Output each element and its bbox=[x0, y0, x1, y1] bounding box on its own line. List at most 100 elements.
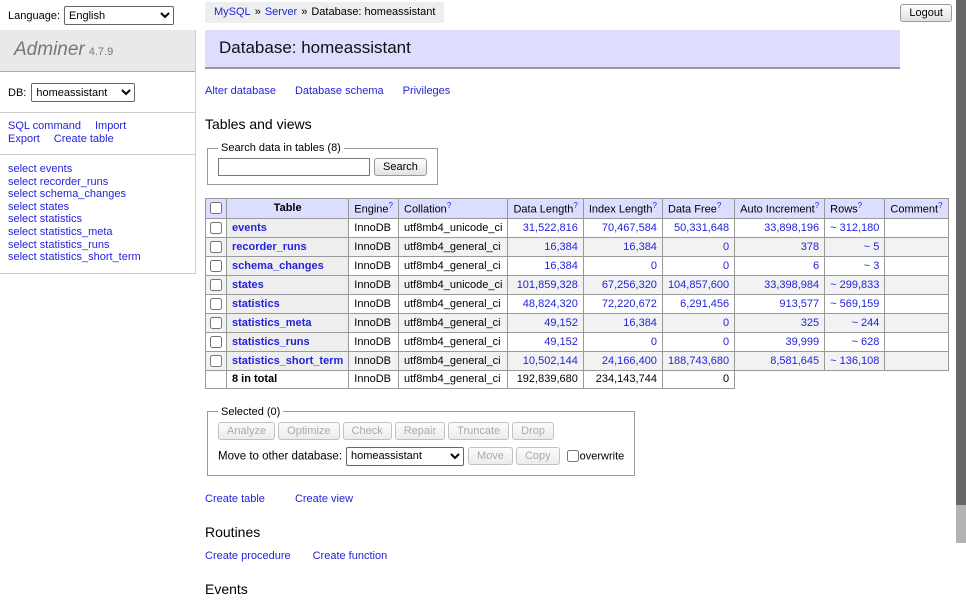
auto-increment-link[interactable]: 39,999 bbox=[786, 336, 820, 348]
table-name-link[interactable]: statistics bbox=[232, 298, 280, 310]
breadcrumb-server-link[interactable]: Server bbox=[265, 6, 297, 18]
repair-button[interactable]: Repair bbox=[395, 422, 445, 440]
language-select[interactable]: English bbox=[64, 6, 174, 25]
data-length-link[interactable]: 31,522,816 bbox=[523, 222, 578, 234]
privileges-link[interactable]: Privileges bbox=[403, 85, 451, 97]
sidebar-item-select-statistics-short-term[interactable]: select statistics_short_term bbox=[8, 251, 187, 264]
index-length-link[interactable]: 24,166,400 bbox=[602, 355, 657, 367]
data-length-link[interactable]: 48,824,320 bbox=[523, 298, 578, 310]
index-length-link[interactable]: 16,384 bbox=[623, 317, 657, 329]
index-length-help-link[interactable]: ? bbox=[652, 201, 656, 210]
search-input[interactable] bbox=[218, 158, 370, 176]
check-button[interactable]: Check bbox=[343, 422, 392, 440]
comment-help-link[interactable]: ? bbox=[938, 201, 942, 210]
rows-count-link[interactable]: ~ 5 bbox=[864, 241, 880, 253]
auto-increment-link[interactable]: 378 bbox=[801, 241, 819, 253]
sidebar-sql-command-link[interactable]: SQL command bbox=[8, 120, 81, 132]
index-length-link[interactable]: 67,256,320 bbox=[602, 279, 657, 291]
create-procedure-link[interactable]: Create procedure bbox=[205, 550, 291, 562]
copy-button[interactable]: Copy bbox=[516, 447, 560, 465]
index-length-link[interactable]: 16,384 bbox=[623, 241, 657, 253]
sidebar-item-select-statistics-meta[interactable]: select statistics_meta bbox=[8, 226, 187, 239]
row-checkbox[interactable] bbox=[210, 317, 222, 329]
alter-database-link[interactable]: Alter database bbox=[205, 85, 276, 97]
data-length-link[interactable]: 101,859,328 bbox=[517, 279, 578, 291]
index-length-link[interactable]: 72,220,672 bbox=[602, 298, 657, 310]
breadcrumb-mysql-link[interactable]: MySQL bbox=[214, 6, 251, 18]
index-length-link[interactable]: 0 bbox=[651, 336, 657, 348]
rows-count-link[interactable]: ~ 312,180 bbox=[830, 222, 879, 234]
truncate-button[interactable]: Truncate bbox=[448, 422, 509, 440]
data-free-link[interactable]: 188,743,680 bbox=[668, 355, 729, 367]
auto-increment-help-link[interactable]: ? bbox=[815, 201, 819, 210]
auto-increment-link[interactable]: 913,577 bbox=[779, 298, 819, 310]
row-checkbox[interactable] bbox=[210, 241, 222, 253]
drop-button[interactable]: Drop bbox=[512, 422, 554, 440]
data-free-link[interactable]: 104,857,600 bbox=[668, 279, 729, 291]
table-name-link[interactable]: statistics_runs bbox=[232, 336, 310, 348]
rows-count-link[interactable]: ~ 299,833 bbox=[830, 279, 879, 291]
data-free-help-link[interactable]: ? bbox=[717, 201, 721, 210]
table-name-link[interactable]: schema_changes bbox=[232, 260, 324, 272]
vertical-scrollbar[interactable] bbox=[956, 0, 966, 543]
collation-help-link[interactable]: ? bbox=[447, 201, 451, 210]
data-length-link[interactable]: 49,152 bbox=[544, 317, 578, 329]
rows-count-link[interactable]: ~ 569,159 bbox=[830, 298, 879, 310]
logout-button[interactable]: Logout bbox=[900, 4, 952, 22]
rows-count-link[interactable]: ~ 136,108 bbox=[830, 355, 879, 367]
optimize-button[interactable]: Optimize bbox=[278, 422, 339, 440]
rows-count-link[interactable]: ~ 3 bbox=[864, 260, 880, 272]
sidebar-item-select-states[interactable]: select states bbox=[8, 201, 187, 214]
sidebar-item-select-schema-changes[interactable]: select schema_changes bbox=[8, 188, 187, 201]
table-name-link[interactable]: statistics_meta bbox=[232, 317, 312, 329]
move-database-select[interactable]: homeassistant bbox=[346, 447, 464, 466]
row-checkbox[interactable] bbox=[210, 336, 222, 348]
data-length-help-link[interactable]: ? bbox=[573, 201, 577, 210]
data-free-link[interactable]: 0 bbox=[723, 336, 729, 348]
rows-help-link[interactable]: ? bbox=[858, 201, 862, 210]
data-free-link[interactable]: 0 bbox=[723, 317, 729, 329]
data-free-link[interactable]: 0 bbox=[723, 260, 729, 272]
auto-increment-link[interactable]: 33,898,196 bbox=[764, 222, 819, 234]
overwrite-checkbox[interactable] bbox=[567, 450, 579, 462]
auto-increment-link[interactable]: 325 bbox=[801, 317, 819, 329]
index-length-link[interactable]: 0 bbox=[651, 260, 657, 272]
auto-increment-link[interactable]: 8,581,645 bbox=[770, 355, 819, 367]
sidebar-item-select-statistics-runs[interactable]: select statistics_runs bbox=[8, 239, 187, 252]
analyze-button[interactable]: Analyze bbox=[218, 422, 275, 440]
engine-help-link[interactable]: ? bbox=[389, 201, 393, 210]
data-free-link[interactable]: 0 bbox=[723, 241, 729, 253]
data-length-link[interactable]: 16,384 bbox=[544, 260, 578, 272]
create-view-link[interactable]: Create view bbox=[295, 493, 353, 505]
table-name-link[interactable]: events bbox=[232, 222, 267, 234]
sidebar-item-select-statistics[interactable]: select statistics bbox=[8, 213, 187, 226]
sidebar-item-select-events[interactable]: select events bbox=[8, 163, 187, 176]
data-length-link[interactable]: 16,384 bbox=[544, 241, 578, 253]
create-table-link[interactable]: Create table bbox=[205, 493, 265, 505]
sidebar-import-link[interactable]: Import bbox=[95, 120, 126, 132]
data-free-link[interactable]: 50,331,648 bbox=[674, 222, 729, 234]
data-length-link[interactable]: 10,502,144 bbox=[523, 355, 578, 367]
data-length-link[interactable]: 49,152 bbox=[544, 336, 578, 348]
row-checkbox[interactable] bbox=[210, 298, 222, 310]
scrollbar-thumb[interactable] bbox=[956, 0, 966, 505]
table-name-link[interactable]: recorder_runs bbox=[232, 241, 307, 253]
sidebar-export-link[interactable]: Export bbox=[8, 133, 40, 145]
data-free-link[interactable]: 6,291,456 bbox=[680, 298, 729, 310]
row-checkbox[interactable] bbox=[210, 260, 222, 272]
rows-count-link[interactable]: ~ 628 bbox=[852, 336, 880, 348]
db-select[interactable]: homeassistant bbox=[31, 83, 135, 102]
row-checkbox[interactable] bbox=[210, 279, 222, 291]
auto-increment-link[interactable]: 33,398,984 bbox=[764, 279, 819, 291]
table-name-link[interactable]: statistics_short_term bbox=[232, 355, 343, 367]
index-length-link[interactable]: 70,467,584 bbox=[602, 222, 657, 234]
row-checkbox[interactable] bbox=[210, 222, 222, 234]
select-all-checkbox[interactable] bbox=[210, 202, 222, 214]
table-name-link[interactable]: states bbox=[232, 279, 264, 291]
rows-count-link[interactable]: ~ 244 bbox=[852, 317, 880, 329]
sidebar-create-table-link[interactable]: Create table bbox=[54, 133, 114, 145]
auto-increment-link[interactable]: 6 bbox=[813, 260, 819, 272]
row-checkbox[interactable] bbox=[210, 355, 222, 367]
create-function-link[interactable]: Create function bbox=[313, 550, 388, 562]
database-schema-link[interactable]: Database schema bbox=[295, 85, 384, 97]
